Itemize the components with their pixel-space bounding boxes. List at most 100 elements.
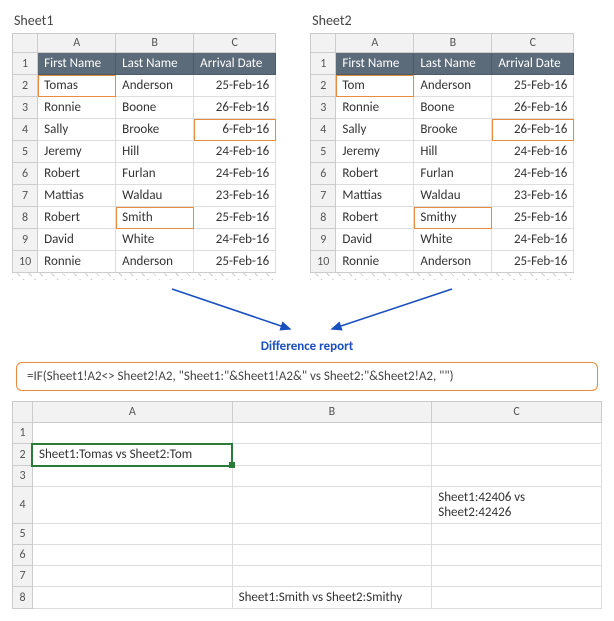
cell-last-name[interactable]: Furlan: [116, 163, 194, 185]
cell-arrival-date[interactable]: 26-Feb-16: [492, 97, 574, 119]
cell[interactable]: [32, 487, 232, 524]
cell-last-name[interactable]: Waldau: [414, 185, 492, 207]
cell-last-name[interactable]: Brooke: [414, 119, 492, 141]
cell-arrival-date[interactable]: 25-Feb-16: [492, 207, 574, 229]
row-header[interactable]: 2: [13, 444, 33, 466]
cell-arrival-date[interactable]: 25-Feb-16: [194, 207, 276, 229]
sheet1-grid[interactable]: A B C 1 First Name Last Name Arrival Dat…: [12, 33, 276, 273]
row-header[interactable]: 5: [311, 141, 336, 163]
row-header[interactable]: 6: [311, 163, 336, 185]
cell-arrival-date[interactable]: 26-Feb-16: [492, 119, 574, 141]
row-header[interactable]: 6: [13, 163, 38, 185]
col-header-a[interactable]: A: [38, 34, 116, 53]
cell-arrival-date[interactable]: 23-Feb-16: [194, 185, 276, 207]
cell[interactable]: [432, 545, 602, 566]
row-header[interactable]: 1: [311, 53, 336, 75]
cell-first-name[interactable]: Ronnie: [38, 97, 116, 119]
cell[interactable]: [232, 487, 432, 524]
cell[interactable]: [232, 524, 432, 545]
cell-arrival-date[interactable]: 24-Feb-16: [492, 163, 574, 185]
cell-last-name[interactable]: Smithy: [414, 207, 492, 229]
row-header[interactable]: 7: [311, 185, 336, 207]
cell-first-name[interactable]: Robert: [336, 207, 414, 229]
row-header[interactable]: 1: [13, 53, 38, 75]
row-header[interactable]: 9: [311, 229, 336, 251]
col-header-c[interactable]: C: [432, 402, 602, 423]
row-header[interactable]: 4: [13, 119, 38, 141]
cell[interactable]: [232, 466, 432, 487]
cell-last-name[interactable]: White: [414, 229, 492, 251]
select-all-corner[interactable]: [311, 34, 336, 53]
cell-arrival-date[interactable]: 25-Feb-16: [492, 75, 574, 97]
cell-first-name[interactable]: Ronnie: [38, 251, 116, 273]
header-first-name[interactable]: First Name: [38, 53, 116, 75]
cell-arrival-date[interactable]: 24-Feb-16: [194, 163, 276, 185]
cell[interactable]: [432, 566, 602, 587]
row-header[interactable]: 3: [13, 466, 33, 487]
col-header-c[interactable]: C: [492, 34, 574, 53]
cell-first-name[interactable]: Robert: [38, 207, 116, 229]
cell-last-name[interactable]: Boone: [116, 97, 194, 119]
cell-last-name[interactable]: Boone: [414, 97, 492, 119]
cell-last-name[interactable]: Brooke: [116, 119, 194, 141]
cell-last-name[interactable]: Hill: [414, 141, 492, 163]
cell-arrival-date[interactable]: 24-Feb-16: [194, 229, 276, 251]
cell-first-name[interactable]: Ronnie: [336, 251, 414, 273]
cell-last-name[interactable]: Anderson: [414, 251, 492, 273]
cell-last-name[interactable]: Smith: [116, 207, 194, 229]
cell[interactable]: Sheet1:Smith vs Sheet2:Smithy: [232, 587, 432, 609]
cell-arrival-date[interactable]: 24-Feb-16: [492, 141, 574, 163]
cell-first-name[interactable]: David: [38, 229, 116, 251]
cell[interactable]: [32, 545, 232, 566]
sheet2-grid[interactable]: A B C 1 First Name Last Name Arrival Dat…: [310, 33, 574, 273]
cell[interactable]: [432, 423, 602, 444]
cell[interactable]: [32, 524, 232, 545]
cell[interactable]: [432, 444, 602, 466]
cell-first-name[interactable]: Mattias: [336, 185, 414, 207]
cell-first-name[interactable]: David: [336, 229, 414, 251]
header-arrival-date[interactable]: Arrival Date: [492, 53, 574, 75]
cell[interactable]: [32, 423, 232, 444]
cell[interactable]: Sheet1:42406 vs Sheet2:42426: [432, 487, 602, 524]
cell[interactable]: [432, 524, 602, 545]
cell-arrival-date[interactable]: 25-Feb-16: [194, 75, 276, 97]
cell[interactable]: [432, 466, 602, 487]
col-header-b[interactable]: B: [414, 34, 492, 53]
row-header[interactable]: 5: [13, 141, 38, 163]
cell-last-name[interactable]: Anderson: [116, 75, 194, 97]
row-header[interactable]: 9: [13, 229, 38, 251]
cell-first-name[interactable]: Jeremy: [38, 141, 116, 163]
cell-last-name[interactable]: White: [116, 229, 194, 251]
cell[interactable]: [232, 566, 432, 587]
cell-arrival-date[interactable]: 25-Feb-16: [492, 251, 574, 273]
select-all-corner[interactable]: [13, 34, 38, 53]
row-header[interactable]: 10: [311, 251, 336, 273]
cell-first-name[interactable]: Tomas: [38, 75, 116, 97]
cell-first-name[interactable]: Ronnie: [336, 97, 414, 119]
cell-last-name[interactable]: Anderson: [414, 75, 492, 97]
row-header[interactable]: 4: [13, 487, 33, 524]
row-header[interactable]: 5: [13, 524, 33, 545]
row-header[interactable]: 3: [13, 97, 38, 119]
header-last-name[interactable]: Last Name: [116, 53, 194, 75]
row-header[interactable]: 7: [13, 566, 33, 587]
cell-first-name[interactable]: Jeremy: [336, 141, 414, 163]
row-header[interactable]: 3: [311, 97, 336, 119]
select-all-corner[interactable]: [13, 402, 33, 423]
row-header[interactable]: 8: [13, 587, 33, 609]
cell[interactable]: [232, 444, 432, 466]
col-header-a[interactable]: A: [32, 402, 232, 423]
header-first-name[interactable]: First Name: [336, 53, 414, 75]
row-header[interactable]: 4: [311, 119, 336, 141]
col-header-b[interactable]: B: [232, 402, 432, 423]
cell-last-name[interactable]: Anderson: [116, 251, 194, 273]
cell[interactable]: [232, 545, 432, 566]
cell[interactable]: [232, 423, 432, 444]
col-header-b[interactable]: B: [116, 34, 194, 53]
cell-arrival-date[interactable]: 6-Feb-16: [194, 119, 276, 141]
header-last-name[interactable]: Last Name: [414, 53, 492, 75]
row-header[interactable]: 8: [13, 207, 38, 229]
cell-arrival-date[interactable]: 26-Feb-16: [194, 97, 276, 119]
header-arrival-date[interactable]: Arrival Date: [194, 53, 276, 75]
cell[interactable]: [32, 466, 232, 487]
